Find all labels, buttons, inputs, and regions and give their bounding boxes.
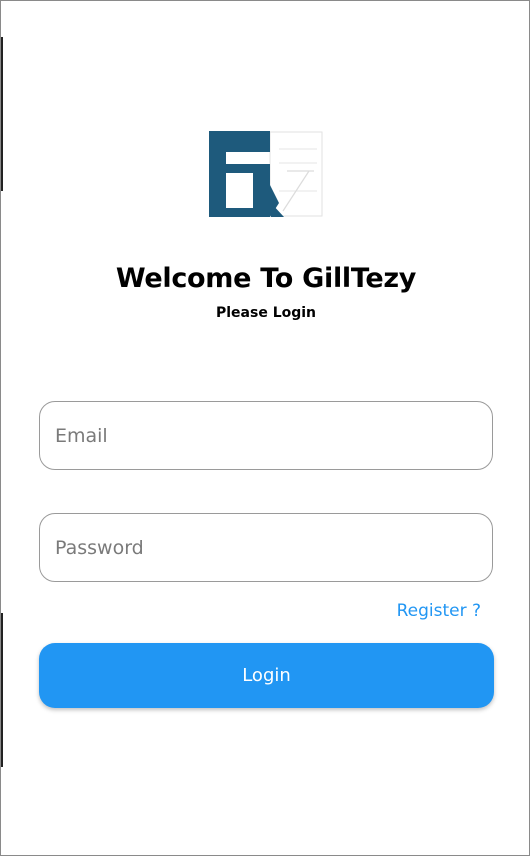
register-link[interactable]: Register ? (397, 601, 481, 621)
login-screen: Welcome To GillTezy Please Login Registe… (0, 0, 530, 856)
window-edge-mark (1, 613, 3, 767)
gilltezy-logo (209, 131, 323, 217)
login-button[interactable]: Login (39, 643, 494, 708)
window-edge-mark (1, 37, 3, 191)
password-field[interactable] (39, 513, 493, 582)
page-title: Welcome To GillTezy (115, 263, 417, 294)
email-field[interactable] (39, 401, 493, 470)
page-subtitle: Please Login (215, 305, 317, 321)
